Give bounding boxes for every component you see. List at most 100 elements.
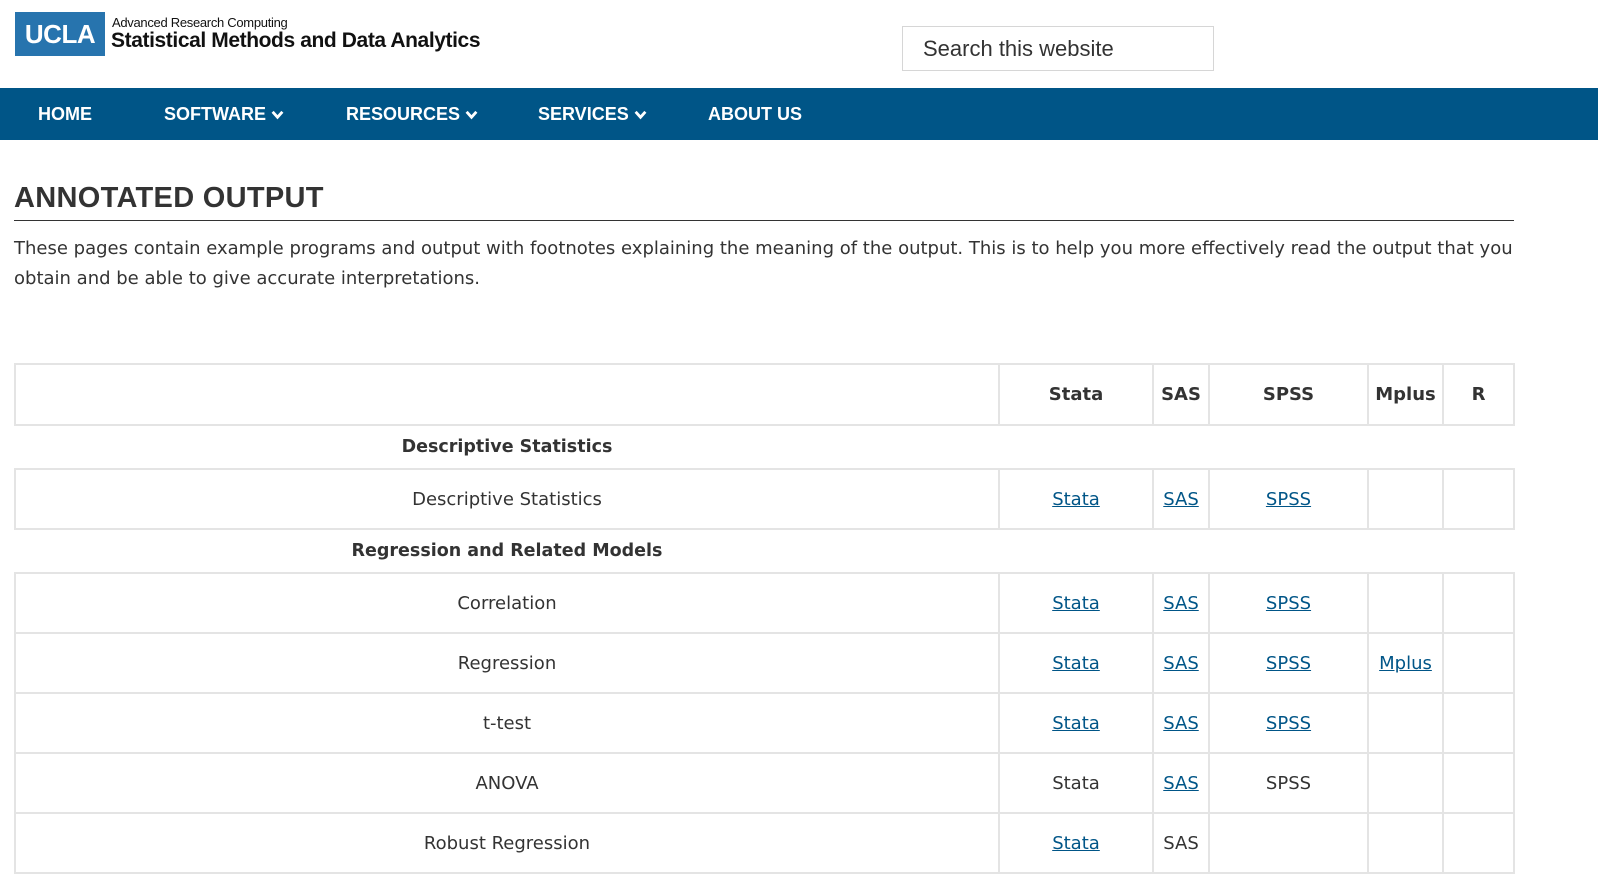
nav-label-about-us: ABOUT US bbox=[708, 103, 802, 124]
column-header-sas: SAS bbox=[1152, 363, 1210, 426]
title-divider bbox=[14, 220, 1514, 221]
cell-mplus bbox=[1367, 812, 1444, 874]
table-row: Correlation Stata SAS SPSS bbox=[14, 572, 1515, 634]
section-spacer-cell bbox=[1209, 425, 1368, 469]
spss-text: SPSS bbox=[1265, 772, 1312, 794]
nav-item-home[interactable]: HOME bbox=[38, 88, 92, 140]
nav-item-resources[interactable]: RESOURCES bbox=[346, 88, 478, 140]
table-row: Regression Stata SAS SPSS Mplus bbox=[14, 632, 1515, 694]
stata-link[interactable]: Stata bbox=[1052, 489, 1100, 510]
nav-label-services: SERVICES bbox=[538, 103, 629, 124]
cell-mplus bbox=[1367, 752, 1444, 814]
nav-item-about-us[interactable]: ABOUT US bbox=[708, 88, 802, 140]
section-spacer-cell bbox=[1443, 529, 1514, 573]
cell-stata: Stata bbox=[998, 572, 1154, 634]
cell-spss bbox=[1208, 812, 1369, 874]
column-header-mplus: Mplus bbox=[1367, 363, 1444, 426]
main-nav: HOME SOFTWARE RESOURCES SERVICES ABOUT U… bbox=[0, 88, 1598, 140]
row-label: Correlation bbox=[14, 572, 1000, 634]
site-super-title: Advanced Research Computing bbox=[112, 15, 288, 30]
row-label: Regression bbox=[14, 632, 1000, 694]
nav-item-services[interactable]: SERVICES bbox=[538, 88, 647, 140]
ucla-logo[interactable]: UCLA bbox=[15, 12, 105, 56]
cell-stata: Stata bbox=[998, 692, 1154, 754]
cell-r bbox=[1442, 572, 1515, 634]
cell-stata: Stata bbox=[998, 752, 1154, 814]
section-title: Descriptive Statistics bbox=[401, 437, 613, 457]
cell-r bbox=[1442, 692, 1515, 754]
row-label: Robust Regression bbox=[14, 812, 1000, 874]
stata-link[interactable]: Stata bbox=[1052, 713, 1100, 734]
row-label: ANOVA bbox=[14, 752, 1000, 814]
spss-link[interactable]: SPSS bbox=[1266, 653, 1311, 674]
cell-stata: Stata bbox=[998, 632, 1154, 694]
table-row: ANOVA Stata SAS SPSS bbox=[14, 752, 1515, 814]
column-header-stata: Stata bbox=[998, 363, 1154, 426]
nav-label-resources: RESOURCES bbox=[346, 103, 461, 124]
cell-stata: Stata bbox=[998, 812, 1154, 874]
section-spacer-cell bbox=[999, 425, 1153, 469]
cell-spss: SPSS bbox=[1208, 468, 1369, 530]
cell-sas: SAS bbox=[1152, 632, 1210, 694]
table-row: Descriptive Statistics Stata SAS SPSS bbox=[14, 468, 1515, 530]
section-spacer-cell bbox=[1368, 425, 1443, 469]
cell-mplus bbox=[1367, 572, 1444, 634]
chevron-down-icon bbox=[271, 110, 284, 119]
spss-link[interactable]: SPSS bbox=[1266, 593, 1311, 614]
nav-item-software[interactable]: SOFTWARE bbox=[164, 88, 284, 140]
cell-mplus bbox=[1367, 692, 1444, 754]
table-body: Descriptive Statistics Descriptive Statis… bbox=[14, 425, 1515, 874]
cell-spss: SPSS bbox=[1208, 692, 1369, 754]
row-label: t-test bbox=[14, 692, 1000, 754]
cell-spss: SPSS bbox=[1208, 632, 1369, 694]
section-spacer-cell bbox=[1209, 529, 1368, 573]
cell-sas: SAS bbox=[1152, 572, 1210, 634]
spss-link[interactable]: SPSS bbox=[1266, 489, 1311, 510]
sas-link[interactable]: SAS bbox=[1163, 713, 1199, 734]
table-row: Robust Regression Stata SAS bbox=[14, 812, 1515, 874]
mplus-link[interactable]: Mplus bbox=[1379, 653, 1432, 674]
column-header-topic bbox=[14, 363, 1000, 426]
section-row: Descriptive Statistics bbox=[15, 425, 1514, 469]
chevron-down-icon bbox=[634, 110, 647, 119]
column-header-r: R bbox=[1442, 363, 1515, 426]
stata-link[interactable]: Stata bbox=[1052, 593, 1100, 614]
sas-link[interactable]: SAS bbox=[1163, 653, 1199, 674]
row-label: Descriptive Statistics bbox=[14, 468, 1000, 530]
section-title: Regression and Related Models bbox=[351, 541, 663, 561]
table-header-row: Stata SAS SPSS Mplus R bbox=[14, 363, 1515, 426]
cell-r bbox=[1442, 632, 1515, 694]
section-spacer-cell bbox=[1153, 425, 1209, 469]
sas-link[interactable]: SAS bbox=[1163, 593, 1199, 614]
nav-label-home: HOME bbox=[38, 103, 92, 124]
section-spacer-cell bbox=[1368, 529, 1443, 573]
sas-text: SAS bbox=[1163, 832, 1199, 854]
sas-link[interactable]: SAS bbox=[1163, 489, 1199, 510]
column-header-spss: SPSS bbox=[1208, 363, 1369, 426]
sas-link[interactable]: SAS bbox=[1163, 773, 1199, 794]
section-spacer-cell bbox=[1443, 425, 1514, 469]
section-spacer-cell bbox=[999, 529, 1153, 573]
cell-r bbox=[1442, 752, 1515, 814]
cell-sas: SAS bbox=[1152, 752, 1210, 814]
site-header: UCLA Advanced Research Computing Statist… bbox=[0, 0, 1598, 88]
nav-label-software: SOFTWARE bbox=[164, 103, 266, 124]
cell-sas: SAS bbox=[1152, 812, 1210, 874]
spss-link[interactable]: SPSS bbox=[1266, 713, 1311, 734]
search-input[interactable] bbox=[902, 26, 1214, 71]
stata-link[interactable]: Stata bbox=[1052, 653, 1100, 674]
stata-link[interactable]: Stata bbox=[1052, 833, 1100, 854]
site-title[interactable]: Statistical Methods and Data Analytics bbox=[111, 29, 481, 53]
table-row: t-test Stata SAS SPSS bbox=[14, 692, 1515, 754]
cell-r bbox=[1442, 812, 1515, 874]
cell-sas: SAS bbox=[1152, 692, 1210, 754]
page-title: ANNOTATED OUTPUT bbox=[14, 182, 324, 214]
stata-text: Stata bbox=[1052, 772, 1100, 794]
section-spacer-cell bbox=[1153, 529, 1209, 573]
cell-spss: SPSS bbox=[1208, 752, 1369, 814]
cell-spss: SPSS bbox=[1208, 572, 1369, 634]
cell-mplus: Mplus bbox=[1367, 632, 1444, 694]
chevron-down-icon bbox=[465, 110, 478, 119]
cell-r bbox=[1442, 468, 1515, 530]
intro-paragraph: These pages contain example programs and… bbox=[14, 238, 1513, 289]
